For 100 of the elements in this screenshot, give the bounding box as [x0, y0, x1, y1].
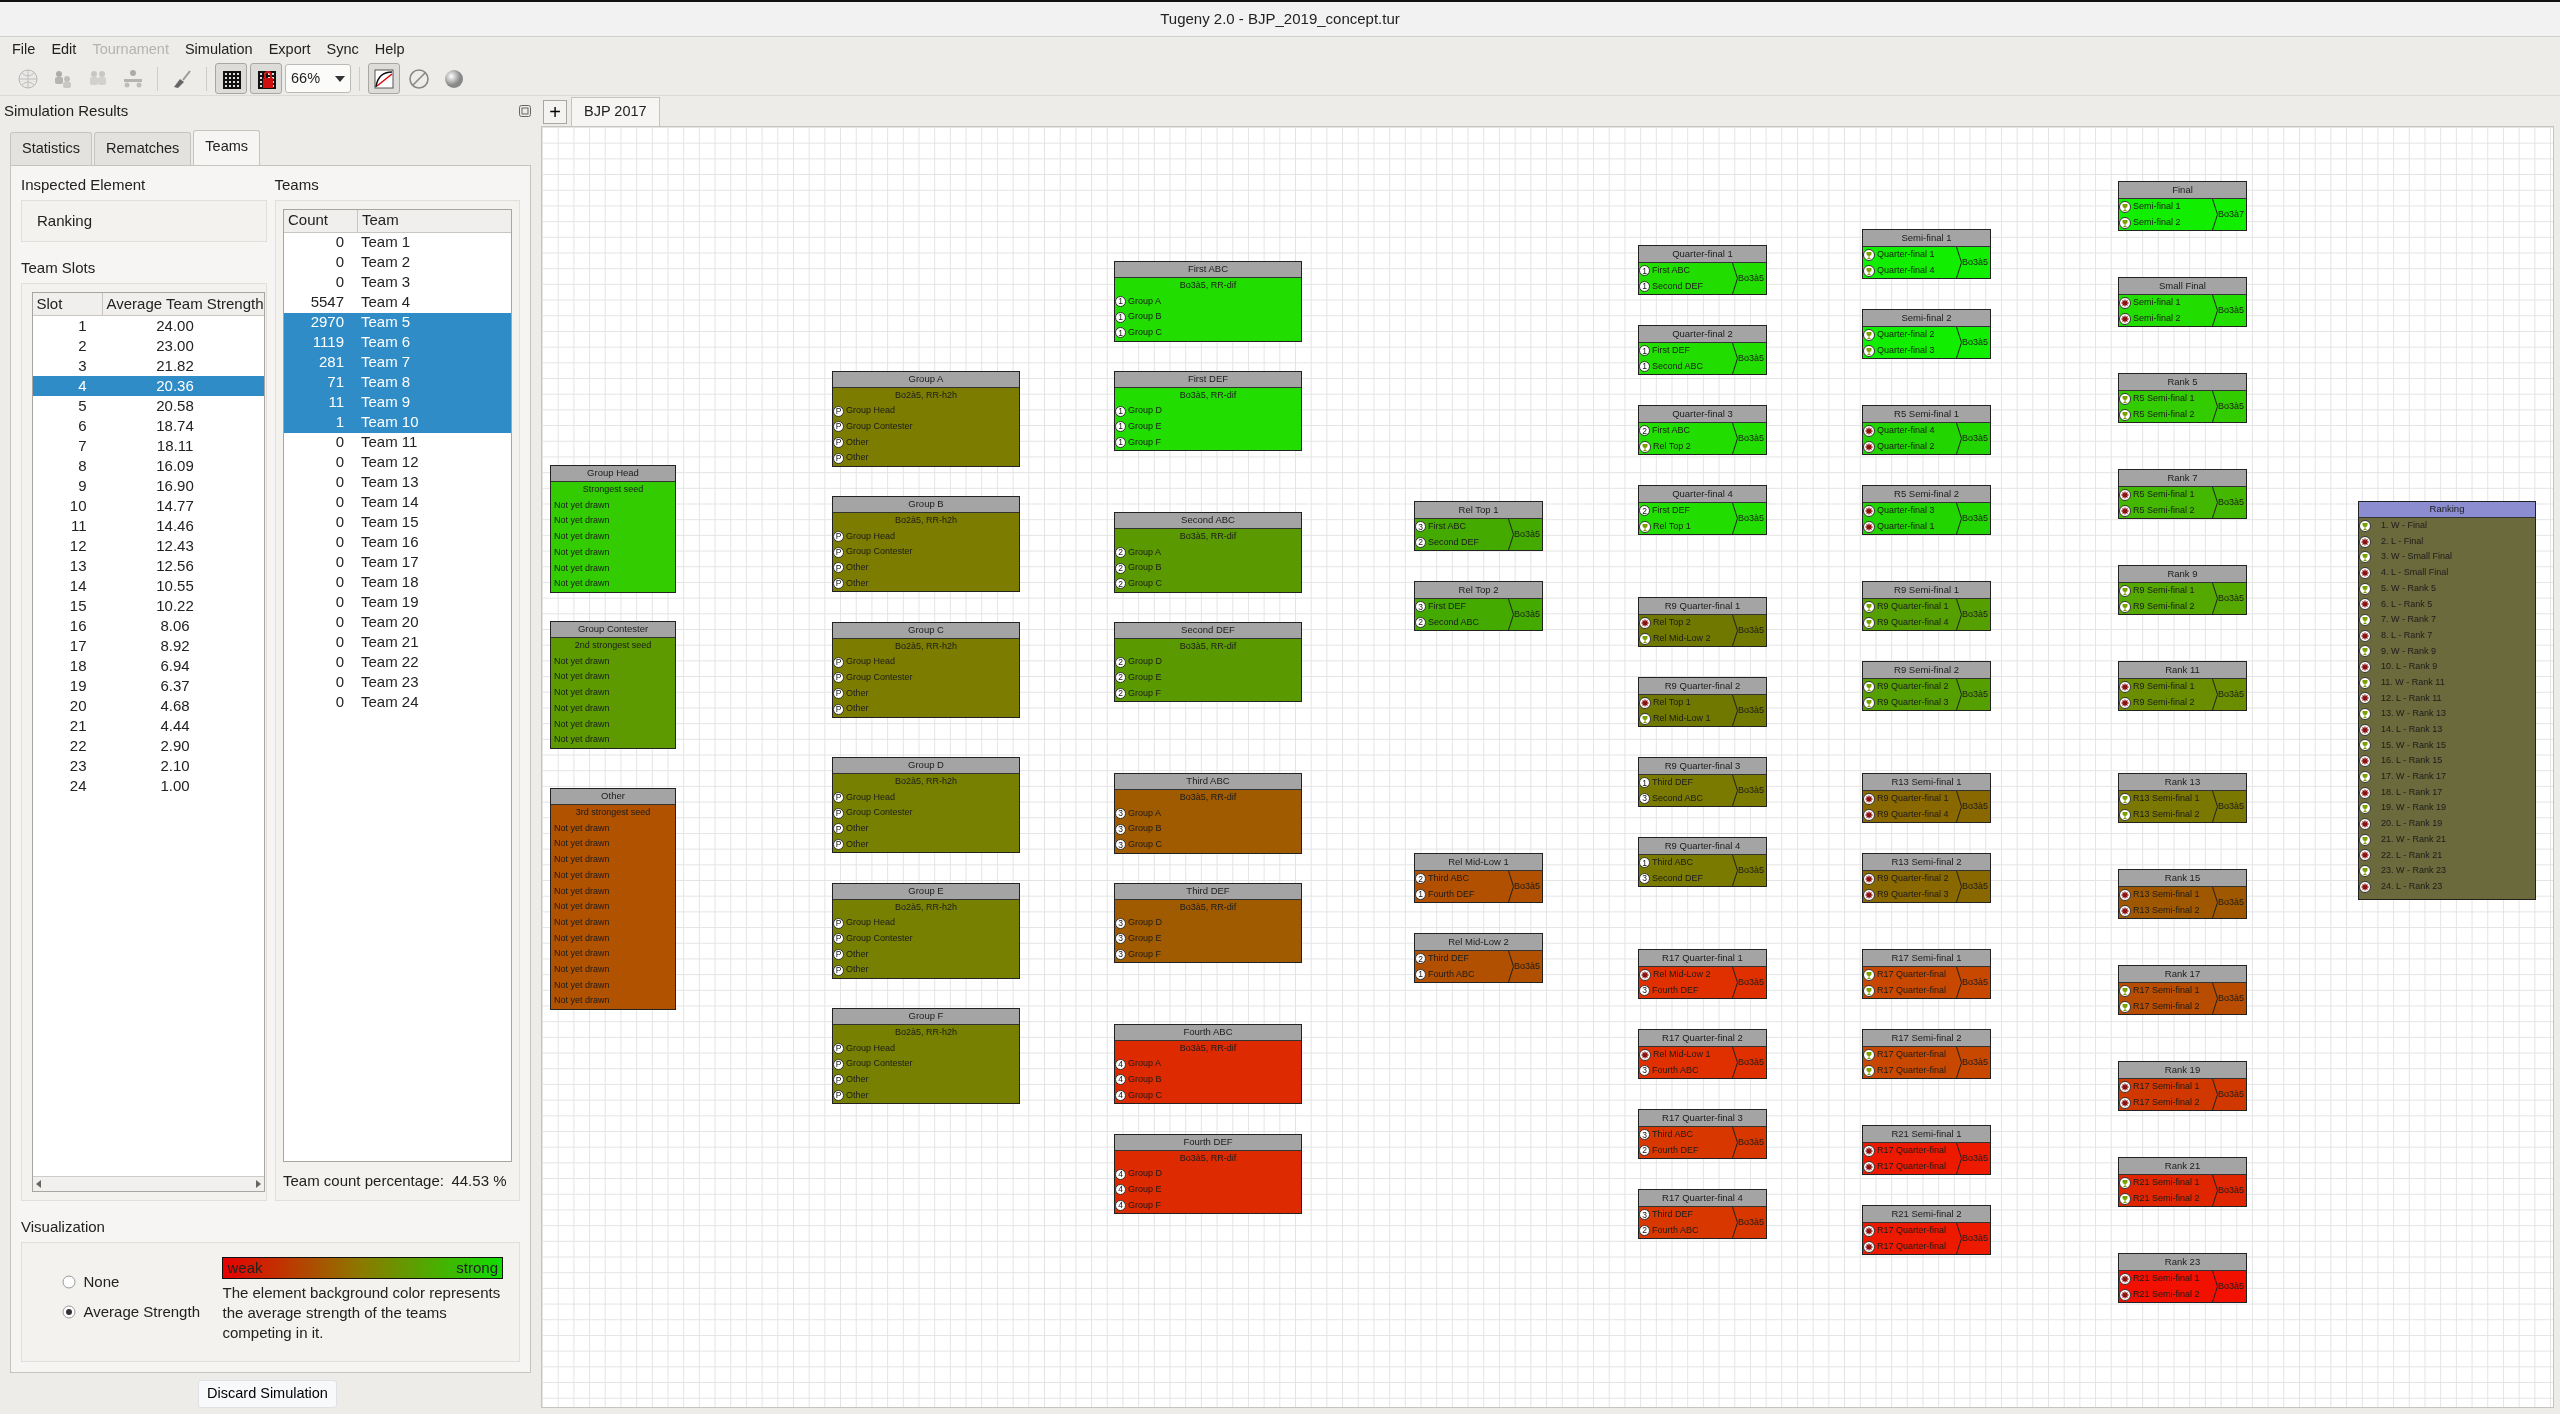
table-row[interactable]: 0 Team 11 [284, 432, 511, 453]
radio-button[interactable] [62, 1305, 76, 1319]
table-row[interactable]: 0 Team 22 [284, 652, 511, 673]
bracket-node[interactable]: Rank 23 R21 Semi-final 1 R21 Semi-final 2 Bo3à5 [2118, 1253, 2247, 1304]
bracket-node[interactable]: R13 Semi-final 1 R9 Quarter-final 1 R9 Quarter-final 4 Bo3à5 [1862, 773, 1991, 824]
table-row[interactable]: 9 16.90 [32, 475, 264, 496]
menu-item[interactable]: Help [366, 38, 413, 61]
table-row[interactable]: 0 Team 12 [284, 452, 511, 473]
bracket-node[interactable]: Quarter-final 2 1 First DEF 1 Second ABC Bo3à5 [1638, 325, 1767, 376]
table-row[interactable]: 0 Team 20 [284, 612, 511, 633]
bracket-node[interactable]: Rank 19 R17 Semi-final 1 R17 Semi-final 2 Bo3à5 [2118, 1061, 2247, 1112]
bracket-node[interactable]: Rank 7 R5 Semi-final 1 R5 Semi-final 2 Bo3à5 [2118, 469, 2247, 520]
bracket-node[interactable]: R17 Quarter-final 4 3 Third DEF 2 Fourth ABC Bo3à5 [1638, 1189, 1767, 1240]
table-row[interactable]: 0 Team 23 [284, 672, 511, 693]
bracket-node[interactable]: R17 Semi-final 1 R17 Quarter-final R17 Quarter-final Bo3à5 [1862, 949, 1991, 1000]
table-row[interactable]: 2970 Team 5 [284, 312, 511, 333]
bracket-node[interactable]: R17 Quarter-final 1 Rel Mid-Low 2 3 Fourth DEF Bo3à5 [1638, 949, 1767, 1000]
radio-button[interactable] [62, 1275, 76, 1289]
document-tab[interactable]: BJP 2017 [571, 97, 660, 126]
menu-item[interactable]: File [4, 38, 44, 61]
bracket-node[interactable]: Second ABC Bo3à5, RR-dif 2 Group A 2 Group B 2 Group C [1114, 512, 1302, 593]
table-row[interactable]: 15 10.22 [32, 595, 264, 616]
menu-item[interactable]: Export [260, 38, 319, 61]
bracket-node[interactable]: Group D Bo2à5, RR-h2h P Group Head P Group Contester P Other P Other [832, 757, 1020, 854]
table-row[interactable]: 0 Team 17 [284, 552, 511, 573]
table-row[interactable]: 0 Team 21 [284, 632, 511, 653]
zoom-combo[interactable]: 66% [285, 64, 351, 93]
bracket-node[interactable]: Third DEF Bo3à5, RR-dif 3 Group D 3 Group E 3 Group F [1114, 882, 1302, 964]
bracket-node[interactable]: Rank 11 R9 Semi-final 1 R9 Semi-final 2 Bo3à5 [2118, 661, 2247, 712]
table-row[interactable]: 24 1.00 [32, 775, 264, 796]
bracket-node[interactable]: R9 Semi-final 1 R9 Quarter-final 1 R9 Quarter-final 4 Bo3à5 [1862, 581, 1991, 632]
bracket-node[interactable]: Second DEF Bo3à5, RR-dif 2 Group D 2 Group E 2 Group F [1114, 621, 1302, 703]
new-tab-button[interactable]: + [543, 100, 567, 124]
radio-option[interactable]: None [62, 1270, 200, 1294]
menu-item[interactable]: Sync [318, 38, 367, 61]
table-row[interactable]: 0 Team 2 [284, 252, 511, 273]
bracket-node[interactable]: Rank 15 R13 Semi-final 1 R13 Semi-final 2 Bo3à5 [2118, 869, 2247, 920]
table-row[interactable]: 8 16.09 [32, 455, 264, 476]
table-row[interactable]: 12 12.43 [32, 535, 264, 556]
bracket-node[interactable]: First DEF Bo3à5, RR-dif 1 Group D 1 Group E 1 Group F [1114, 370, 1302, 452]
table-row[interactable]: 13 12.56 [32, 555, 264, 576]
table-row[interactable]: 10 14.77 [32, 495, 264, 516]
table-row[interactable]: 0 Team 13 [284, 472, 511, 493]
bracket-node[interactable]: Other 3rd strongest seed Not yet drawn Not yet drawn Not yet drawn Not yet drawn Not yet drawn Not yet drawn Not yet drawn Not yet drawn Not yet drawn Not yet drawn Not yet drawn Not yet drawn [550, 788, 676, 1010]
column-header[interactable]: Average Team Strength [102, 292, 264, 315]
table-row[interactable]: 16 8.06 [32, 615, 264, 636]
bracket-node[interactable]: First ABC Bo3à5, RR-dif 1 Group A 1 Group B 1 Group C [1114, 261, 1302, 342]
column-header[interactable]: Count [284, 209, 358, 232]
table-row[interactable]: 11 Team 9 [284, 392, 511, 413]
table-row[interactable]: 3 21.82 [32, 355, 264, 376]
bracket-node[interactable]: Group B Bo2à5, RR-h2h P Group Head P Group Contester P Other P Other [832, 496, 1020, 593]
bracket-node[interactable]: Rel Mid-Low 1 2 Third ABC 1 Fourth DEF Bo3à5 [1414, 853, 1543, 904]
table-row[interactable]: 71 Team 8 [284, 372, 511, 393]
table-row[interactable]: 11 14.46 [32, 515, 264, 536]
table-row[interactable]: 4 20.36 [32, 375, 264, 396]
column-header[interactable]: Team [358, 209, 511, 232]
bracket-node[interactable]: R13 Semi-final 2 R9 Quarter-final 2 R9 Quarter-final 3 Bo3à5 [1862, 853, 1991, 904]
radio-option[interactable]: Average Strength [62, 1300, 200, 1324]
table-row[interactable]: 7 18.11 [32, 435, 264, 456]
tab[interactable]: Teams [193, 130, 261, 165]
bracket-node[interactable]: Group F Bo2à5, RR-h2h P Group Head P Group Contester P Other P Other [832, 1008, 1020, 1105]
bracket-node[interactable]: Rank 13 R13 Semi-final 1 R13 Semi-final 2 Bo3à5 [2118, 773, 2247, 824]
table-row[interactable]: 21 4.44 [32, 715, 264, 736]
bracket-node[interactable]: Quarter-final 1 1 First ABC 1 Second DEF Bo3à5 [1638, 245, 1767, 296]
toolbar-button[interactable] [215, 63, 247, 94]
table-row[interactable]: 0 Team 14 [284, 492, 511, 513]
bracket-node[interactable]: Semi-final 1 Quarter-final 1 Quarter-final 4 Bo3à5 [1862, 229, 1991, 280]
menu-item[interactable]: Simulation [176, 38, 261, 61]
table-row[interactable]: 0 Team 18 [284, 572, 511, 593]
table-row[interactable]: 0 Team 15 [284, 512, 511, 533]
bracket-node[interactable]: Rank 17 R17 Semi-final 1 R17 Semi-final 2 Bo3à5 [2118, 965, 2247, 1016]
bracket-node[interactable]: Final Semi-final 1 Semi-final 2 Bo3à7 [2118, 181, 2247, 232]
table-row[interactable]: 5 20.58 [32, 395, 264, 416]
table-row[interactable]: 5547 Team 4 [284, 292, 511, 313]
table-row[interactable]: 0 Team 3 [284, 272, 511, 293]
table-row[interactable]: 1 Team 10 [284, 412, 511, 433]
scrollbar[interactable] [32, 1176, 264, 1191]
bracket-node[interactable]: Group C Bo2à5, RR-h2h P Group Head P Group Contester P Other P Other [832, 621, 1020, 718]
table-row[interactable]: 2 23.00 [32, 335, 264, 356]
bracket-node[interactable]: Rel Top 2 3 First DEF 2 Second ABC Bo3à5 [1414, 581, 1543, 632]
table-row[interactable]: 22 2.90 [32, 735, 264, 756]
bracket-node[interactable]: R9 Quarter-final 2 Rel Top 1 Rel Mid-Low 1 Bo3à5 [1638, 677, 1767, 728]
table-row[interactable]: 17 8.92 [32, 635, 264, 656]
tab[interactable]: Rematches [94, 132, 192, 165]
bracket-node[interactable]: R21 Semi-final 2 R17 Quarter-final R17 Quarter-final Bo3à5 [1862, 1205, 1991, 1256]
bracket-node[interactable]: Third ABC Bo3à5, RR-dif 3 Group A 3 Group B 3 Group C [1114, 773, 1302, 854]
bracket-node[interactable]: Rel Mid-Low 2 2 Third DEF 1 Fourth ABC Bo3à5 [1414, 933, 1543, 984]
column-header[interactable]: Slot [32, 292, 103, 315]
table-row[interactable]: 0 Team 16 [284, 532, 511, 553]
table-row[interactable]: 23 2.10 [32, 755, 264, 776]
bracket-node[interactable]: Quarter-final 3 2 First ABC Rel Top 2 Bo3à5 [1638, 405, 1767, 456]
table-row[interactable]: 1119 Team 6 [284, 332, 511, 353]
bracket-node[interactable]: Rank 5 R5 Semi-final 1 R5 Semi-final 2 Bo3à5 [2118, 373, 2247, 424]
bracket-node[interactable]: R9 Quarter-final 3 1 Third DEF 3 Second ABC Bo3à5 [1638, 757, 1767, 808]
bracket-node[interactable]: R21 Semi-final 1 R17 Quarter-final R17 Quarter-final Bo3à5 [1862, 1125, 1991, 1176]
bracket-node[interactable]: Group Contester 2nd strongest seed Not yet drawn Not yet drawn Not yet drawn Not yet drawn Not yet drawn Not yet drawn [550, 621, 676, 749]
bracket-node[interactable]: Rank 21 R21 Semi-final 1 R21 Semi-final 2 Bo3à5 [2118, 1157, 2247, 1208]
table-row[interactable]: 14 10.55 [32, 575, 264, 596]
bracket-node[interactable]: Quarter-final 4 2 First DEF Rel Top 1 Bo3à5 [1638, 485, 1767, 536]
bracket-node[interactable]: R17 Quarter-final 3 3 Third ABC 2 Fourth DEF Bo3à5 [1638, 1109, 1767, 1160]
